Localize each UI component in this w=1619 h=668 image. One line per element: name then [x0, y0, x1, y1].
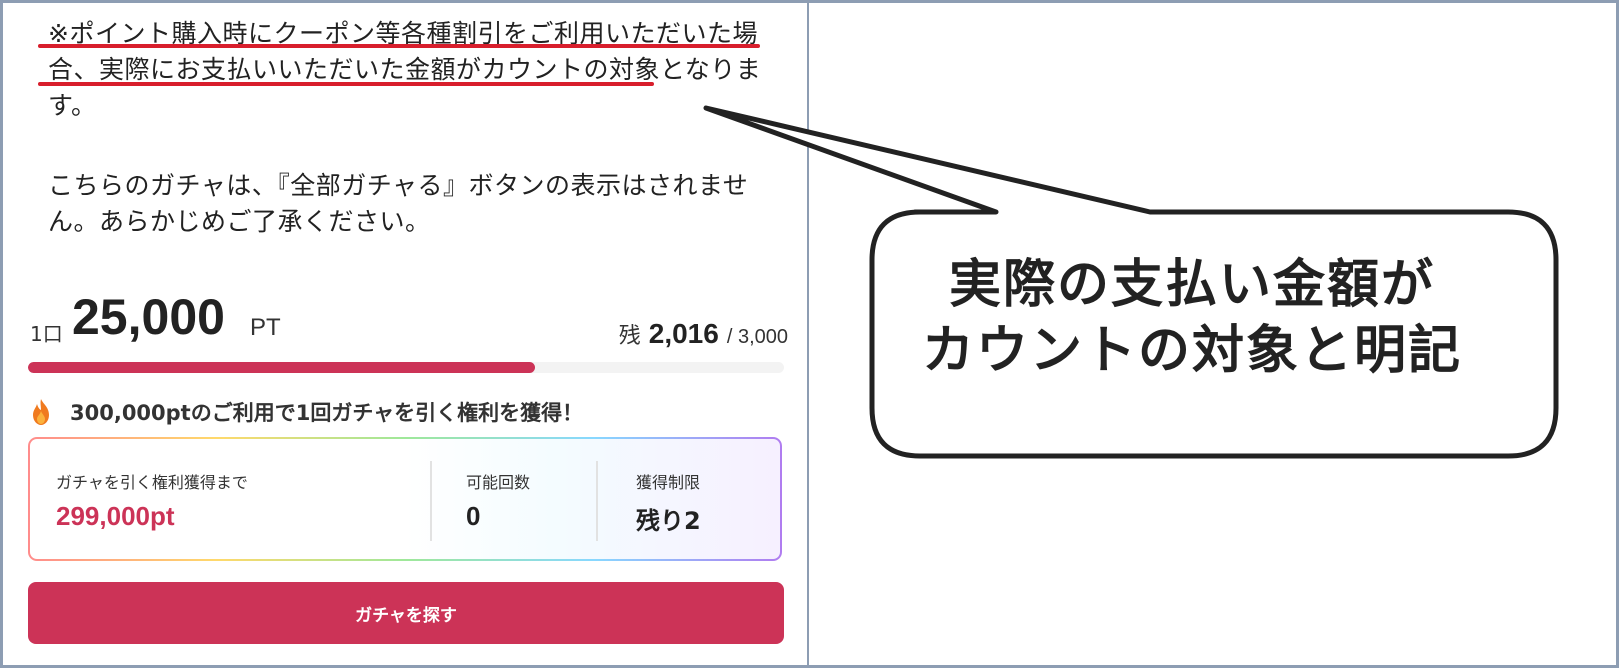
callout-line-1: 実際の支払い金額が [948, 255, 1435, 315]
callout-text: 実際の支払い金額が カウントの対象と明記 [872, 252, 1512, 384]
callout-line-2: カウントの対象と明記 [921, 321, 1462, 381]
